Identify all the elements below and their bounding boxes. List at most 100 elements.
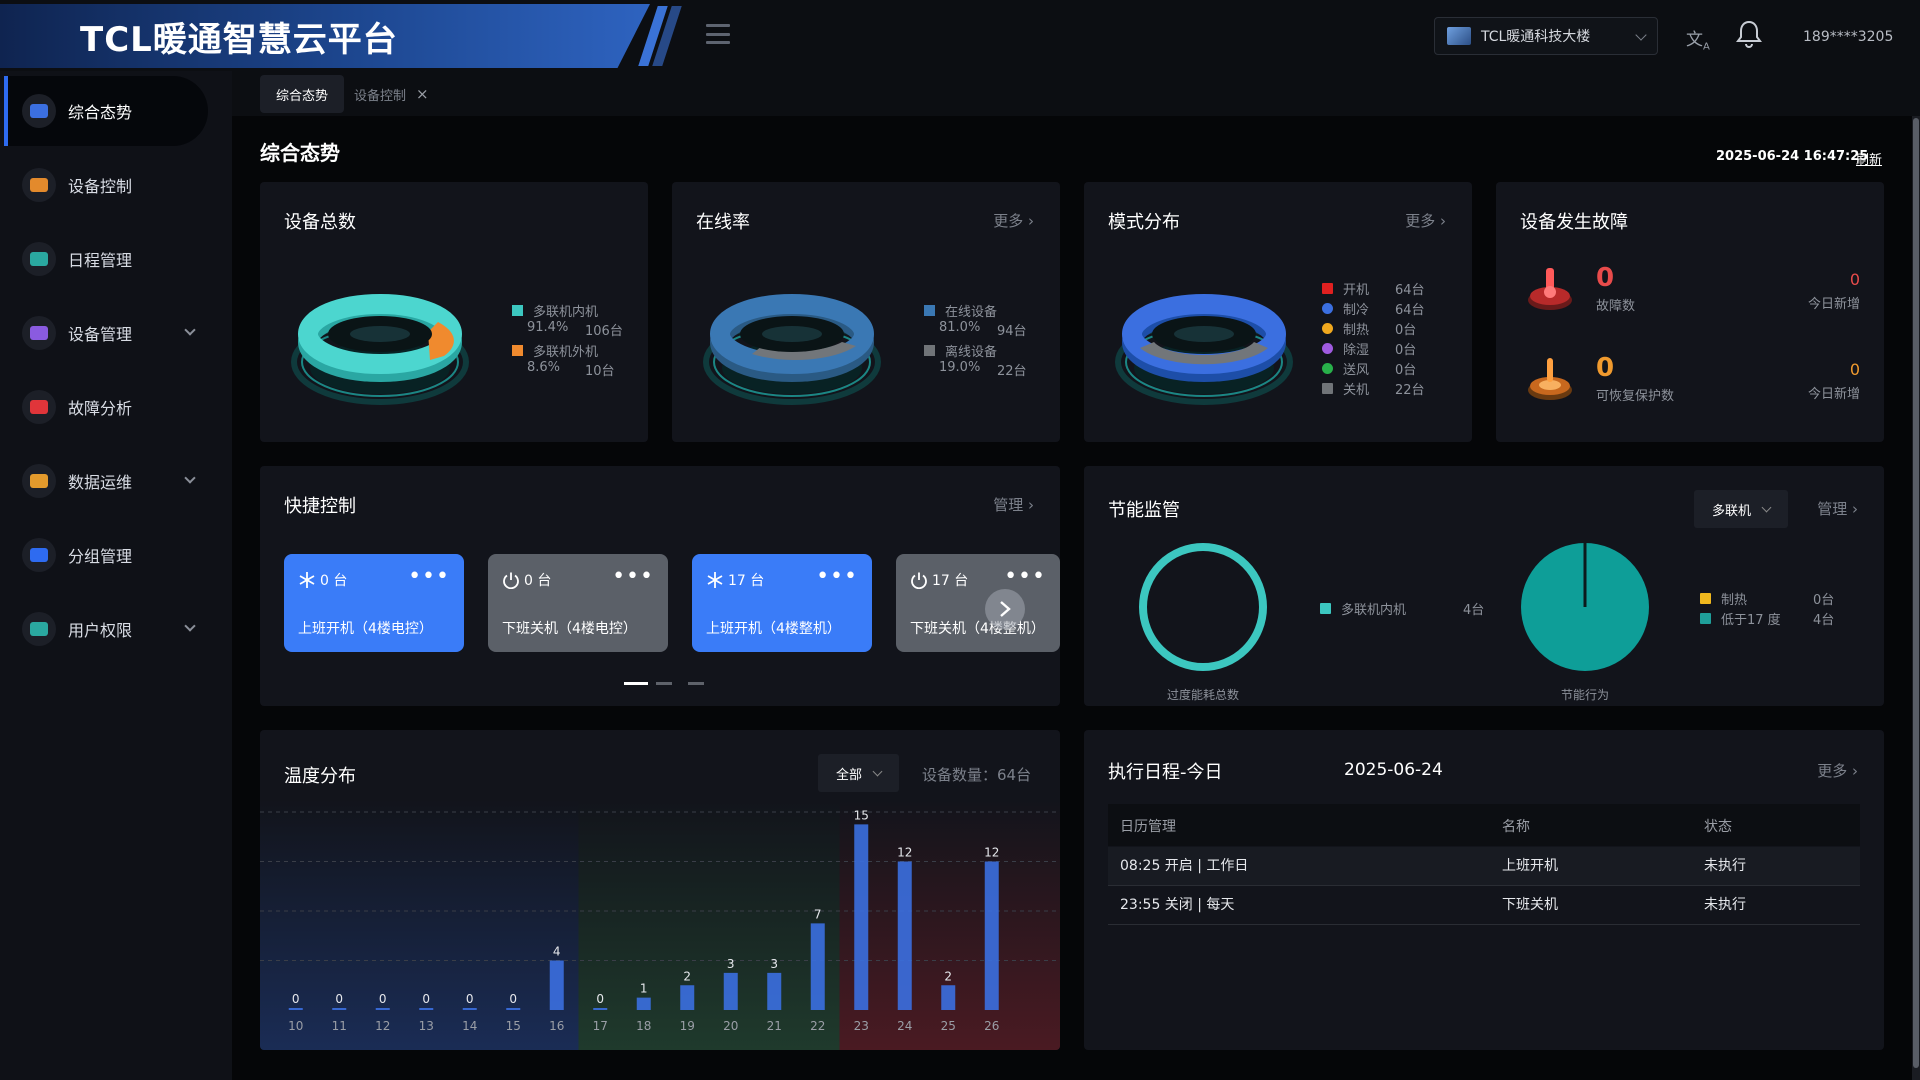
device-total-card: 设备总数 多联机内机 91.4% 106台 多联机外机 8.6% 10台	[260, 182, 648, 442]
energy-card: 节能监管 管理 › 多联机 过度能耗总数 多联机内机 4台 节能行为 制热 0台 低于…	[1084, 466, 1884, 706]
legend-count: 10台	[585, 364, 615, 379]
energy-behavior-caption: 节能行为	[1560, 688, 1609, 702]
fault-icon	[22, 390, 56, 424]
table-row[interactable]: 23:55 关闭 | 每天 下班关机 未执行	[1108, 886, 1860, 925]
bell-icon[interactable]	[1736, 20, 1762, 52]
bar[interactable]	[636, 997, 651, 1010]
card-title: 执行日程-今日	[1108, 762, 1223, 783]
more-options-icon[interactable]: •••	[612, 564, 654, 589]
sidebar-item-device-control[interactable]: 设备控制	[4, 150, 208, 220]
bar[interactable]	[549, 960, 564, 1011]
bar-value-label: 3	[770, 957, 778, 971]
tab-device-control[interactable]: 设备控制 ×	[338, 75, 445, 113]
close-icon[interactable]: ×	[416, 85, 429, 103]
x-tick-label: 20	[723, 1019, 738, 1033]
bar[interactable]	[332, 1008, 347, 1010]
legend-count: 22台	[997, 364, 1027, 379]
legend-swatch	[512, 304, 523, 316]
menu-toggle-icon[interactable]	[706, 24, 730, 44]
x-tick-label: 21	[767, 1019, 782, 1033]
sidebar-item-device-manage[interactable]: 设备管理	[4, 298, 208, 368]
bar[interactable]	[984, 861, 999, 1011]
carousel-dot[interactable]	[624, 682, 648, 685]
refresh-button[interactable]: 刷新	[1856, 149, 1882, 168]
quick-control-button[interactable]: 0 台 ••• 上班开机（4楼电控）	[284, 554, 464, 652]
building-thumbnail	[1447, 27, 1471, 45]
sidebar-item-dashboard[interactable]: 综合态势	[4, 76, 208, 146]
manage-link[interactable]: 管理 ›	[993, 494, 1034, 515]
bar[interactable]	[419, 1008, 434, 1010]
bar[interactable]	[941, 985, 956, 1010]
table-row[interactable]: 08:25 开启 | 工作日 上班开机 未执行	[1108, 847, 1860, 886]
bar[interactable]	[897, 861, 912, 1011]
excess-energy-ring	[1139, 543, 1267, 671]
fault-today-label: 今日新增	[1807, 297, 1860, 312]
more-options-icon[interactable]: •••	[816, 564, 858, 589]
manage-label: 管理	[1817, 500, 1848, 518]
scrollbar-thumb[interactable]	[1913, 118, 1919, 1068]
column-header: 日历管理	[1120, 819, 1176, 835]
bar-value-label: 0	[466, 992, 474, 1006]
sidebar-item-data-ops[interactable]: 数据运维	[4, 446, 208, 516]
x-tick-label: 18	[636, 1019, 651, 1033]
sidebar-item-group[interactable]: 分组管理	[4, 520, 208, 590]
bar-value-label: 0	[422, 992, 430, 1006]
bar[interactable]	[767, 972, 782, 1010]
card-title: 温度分布	[284, 766, 356, 787]
quick-control-button[interactable]: 0 台 ••• 下班关机（4楼电控）	[488, 554, 668, 652]
legend-item: 送风 0台	[1322, 358, 1425, 378]
quick-control-count: 17 台	[910, 570, 968, 590]
bar[interactable]	[462, 1008, 477, 1010]
bar[interactable]	[680, 985, 695, 1010]
quick-control-button[interactable]: 17 台 ••• 上班开机（4楼整机）	[692, 554, 872, 652]
energy-type-select[interactable]: 多联机	[1694, 490, 1789, 528]
legend-item: 除湿 0台	[1322, 338, 1425, 358]
temperature-filter-select[interactable]: 全部	[818, 754, 900, 792]
bar[interactable]	[810, 923, 825, 1010]
sidebar-item-user-permission[interactable]: 用户权限	[4, 594, 208, 664]
more-link[interactable]: 更多 ›	[993, 210, 1034, 231]
carousel-next-button[interactable]	[985, 589, 1025, 629]
bar[interactable]	[854, 824, 869, 1010]
sidebar-item-calendar[interactable]: 日程管理	[4, 224, 208, 294]
more-options-icon[interactable]: •••	[1004, 564, 1046, 589]
more-link[interactable]: 更多 ›	[1405, 210, 1446, 231]
icon-glyph	[30, 622, 48, 636]
carousel-dot[interactable]	[688, 682, 704, 685]
sidebar-item-label: 数据运维	[68, 473, 133, 492]
x-tick-label: 23	[854, 1019, 869, 1033]
x-tick-label: 25	[941, 1019, 956, 1033]
building-select[interactable]: TCL暖通科技大楼	[1434, 17, 1658, 55]
user-account[interactable]: 189****3205	[1803, 29, 1893, 45]
tab-overview[interactable]: 综合态势	[260, 75, 345, 113]
bar[interactable]	[288, 1008, 303, 1010]
icon-glyph	[30, 178, 48, 192]
quick-control-button[interactable]: 17 台 ••• 下班关机（4楼整机）	[896, 554, 1060, 652]
device-control-icon	[22, 168, 56, 202]
chevron-down-icon	[184, 620, 196, 632]
more-options-icon[interactable]: •••	[408, 564, 450, 589]
more-link[interactable]: 更多 ›	[1817, 760, 1858, 781]
bar[interactable]	[593, 1008, 608, 1010]
app-title: TCL暖通智慧云平台	[0, 4, 650, 68]
protect-today: 0 今日新增	[1808, 360, 1860, 402]
bar[interactable]	[375, 1008, 390, 1010]
legend-label: 制热	[1343, 322, 1370, 338]
sidebar-item-fault[interactable]: 故障分析	[4, 372, 208, 442]
translate-icon[interactable]: 文A	[1686, 25, 1710, 52]
x-tick-label: 19	[680, 1019, 695, 1033]
device-count-label: 设备数量：	[922, 766, 998, 784]
bar[interactable]	[506, 1008, 521, 1010]
legend-pct: 19.0%	[939, 360, 981, 375]
page-title: 综合态势	[260, 141, 340, 165]
legend-values: 8.6% 10台	[512, 360, 623, 380]
legend-swatch	[924, 344, 935, 356]
bar-value-label: 7	[814, 907, 822, 921]
calendar-icon	[22, 242, 56, 276]
mode-distribution-legend: 开机 64台 制冷 64台 制热 0台 除湿 0台 送风 0台 关机 22台	[1322, 278, 1425, 398]
legend-count: 22台	[1395, 382, 1425, 398]
protect-count: 0	[1596, 352, 1615, 383]
bar[interactable]	[723, 972, 738, 1010]
manage-link[interactable]: 管理 ›	[1817, 498, 1858, 519]
carousel-dot[interactable]	[656, 682, 672, 685]
